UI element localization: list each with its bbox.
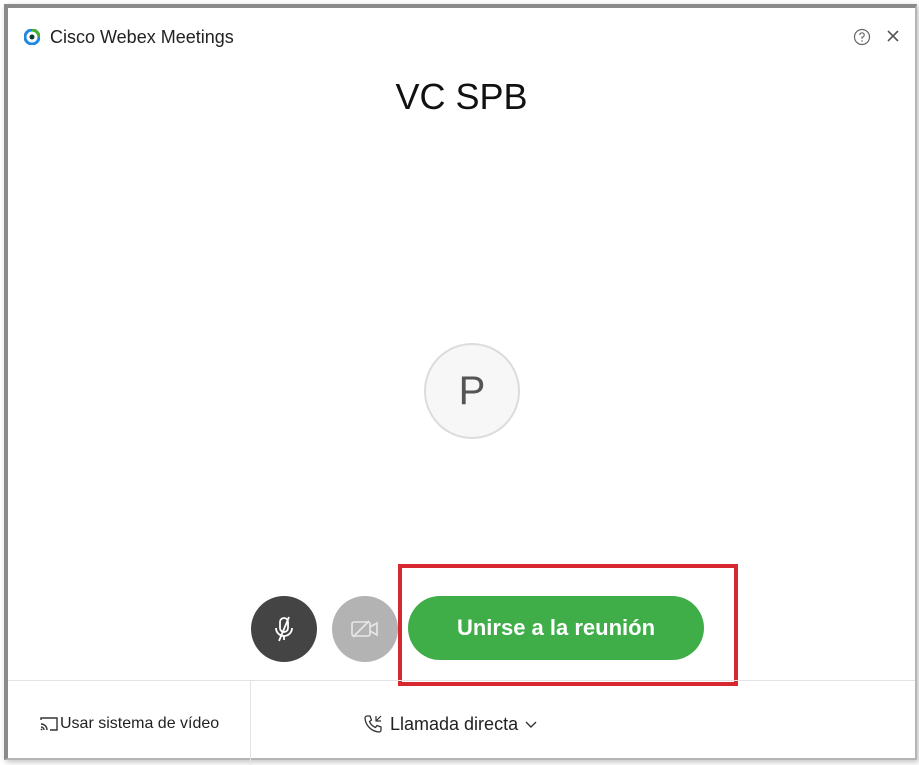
help-icon[interactable] [853,28,871,46]
stop-video-button[interactable] [332,596,398,662]
mute-microphone-button[interactable] [251,596,317,662]
webex-window: Cisco Webex Meetings VC SPB P Unirse a l… [4,4,917,765]
footer-divider [250,681,251,765]
cast-icon [40,717,58,731]
use-video-system-button[interactable]: Usar sistema de vídeo [38,715,219,733]
direct-call-dropdown[interactable]: Llamada directa [362,713,538,735]
phone-icon [364,715,382,733]
footer-bar: Usar sistema de vídeo Llamada directa [8,680,915,765]
join-meeting-button[interactable]: Unirse a la reunión [408,596,704,660]
avatar-initial: P [458,368,486,413]
close-icon[interactable] [883,26,903,46]
camera-off-icon [351,620,378,638]
meeting-title: VC SPB [395,76,528,117]
direct-call-label: Llamada directa [390,713,519,734]
app-title: Cisco Webex Meetings [50,27,234,47]
avatar: P [424,343,520,439]
use-video-system-label: Usar sistema de vídeo [60,715,220,732]
microphone-muted-icon [275,616,293,642]
chevron-down-icon [525,721,537,728]
webex-logo-icon [24,29,40,45]
title-bar: Cisco Webex Meetings [8,8,915,64]
